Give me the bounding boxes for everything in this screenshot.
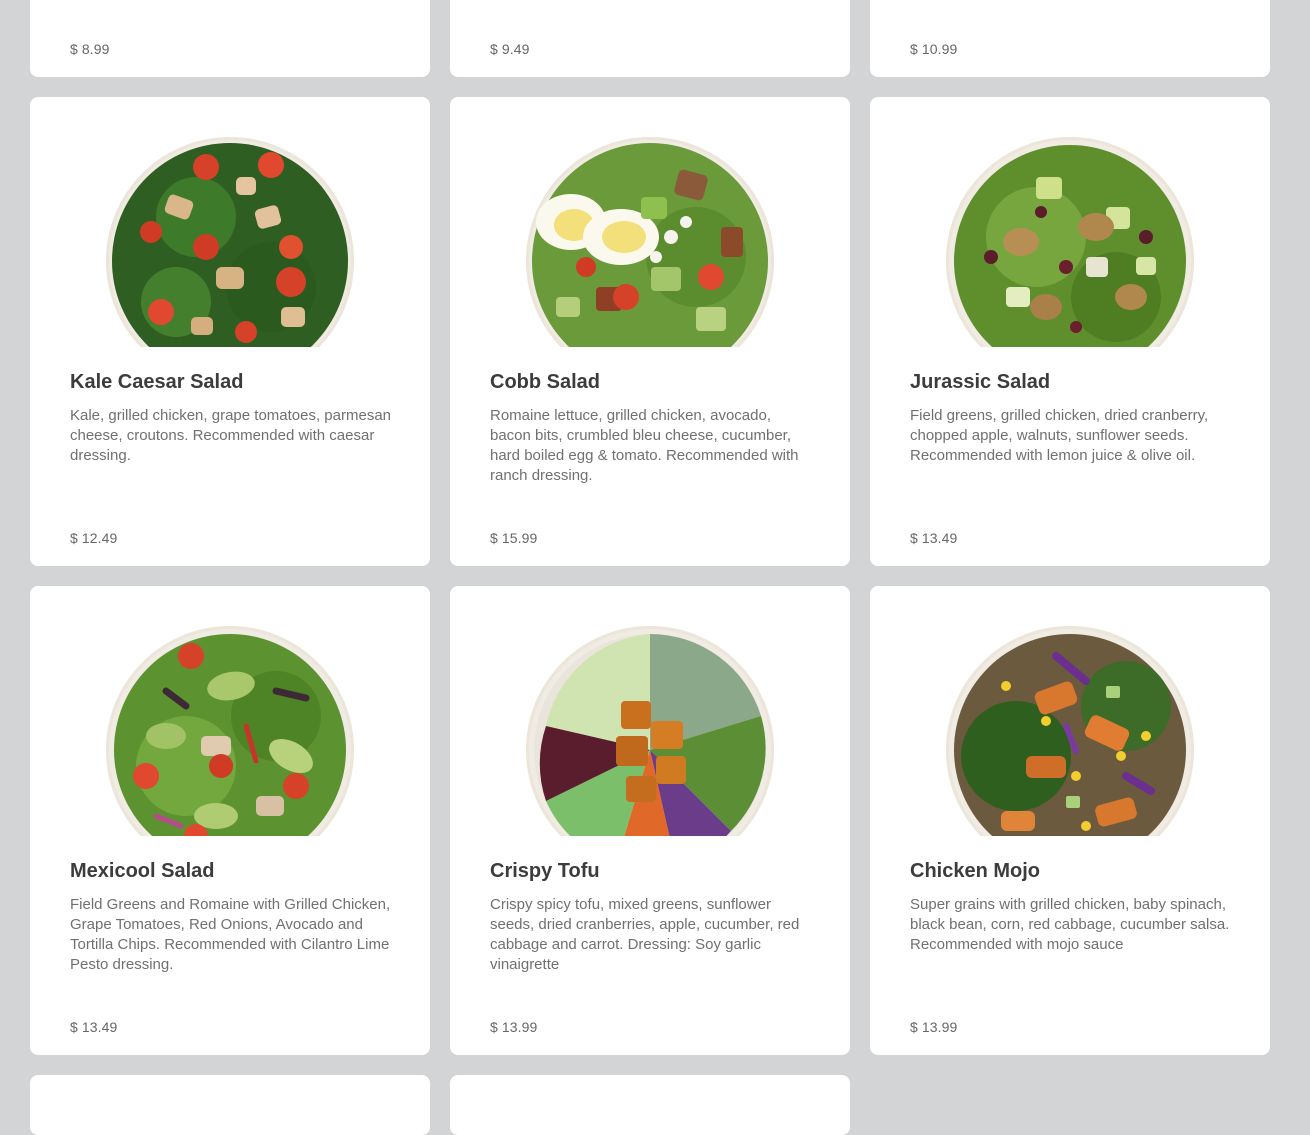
item-image [870,127,1270,347]
cobb-salad-bowl-icon [526,137,774,347]
item-price: $ 13.99 [490,1019,538,1035]
item-description: Field Greens and Romaine with Grilled Ch… [70,896,391,973]
menu-card-cobb-salad[interactable]: Cobb Salad Romaine lettuce, grilled chic… [450,97,850,566]
item-price: $ 13.49 [910,530,958,546]
jurassic-salad-bowl-icon [946,137,1194,347]
item-title: Kale Caesar Salad [70,371,244,393]
item-title: Mexicool Salad [70,860,215,882]
menu-card-kale-caesar-salad[interactable]: Kale Caesar Salad Kale, grilled chicken,… [30,97,430,566]
item-description: Romaine lettuce, grilled chicken, avocad… [490,407,799,484]
crispy-tofu-bowl-icon [526,626,774,836]
item-price: $ 13.49 [70,1019,118,1035]
kale-caesar-salad-bowl-icon [106,137,354,347]
mexicool-salad-bowl-icon [106,626,354,836]
item-title: Cobb Salad [490,371,601,393]
item-image [870,616,1270,836]
menu-card-chicken-mojo[interactable]: Chicken Mojo Super grains with grilled c… [870,586,1270,1055]
item-description: Super grains with grilled chicken, baby … [910,896,1230,953]
menu-card-partial[interactable]: $ 8.99 [30,0,430,77]
item-price: $ 10.99 [910,41,958,57]
item-description: Crispy spicy tofu, mixed greens, sunflow… [490,896,800,973]
item-price: $ 15.99 [490,530,538,546]
item-title: Crispy Tofu [490,860,600,882]
menu-card-mexicool-salad[interactable]: Mexicool Salad Field Greens and Romaine … [30,586,430,1055]
menu-card-partial[interactable]: $ 10.99 [870,0,1270,77]
item-description: Field greens, grilled chicken, dried cra… [910,407,1209,464]
item-image [30,616,430,836]
chicken-mojo-bowl-icon [946,626,1194,836]
menu-card-crispy-tofu[interactable]: Crispy Tofu Crispy spicy tofu, mixed gre… [450,586,850,1055]
menu-card-jurassic-salad[interactable]: Jurassic Salad Field greens, grilled chi… [870,97,1270,566]
item-title: Chicken Mojo [910,860,1041,882]
item-price: $ 13.99 [910,1019,958,1035]
item-price: $ 8.99 [70,41,110,57]
item-image [450,127,850,347]
item-description: Kale, grilled chicken, grape tomatoes, p… [70,407,392,464]
item-title: Jurassic Salad [910,371,1051,393]
menu-card-partial[interactable]: $ 9.49 [450,0,850,77]
item-image [450,616,850,836]
item-price: $ 12.49 [70,530,118,546]
menu-card-partial[interactable] [450,1075,850,1135]
item-price: $ 9.49 [490,41,530,57]
item-image [30,127,430,347]
menu-card-partial[interactable] [30,1075,430,1135]
